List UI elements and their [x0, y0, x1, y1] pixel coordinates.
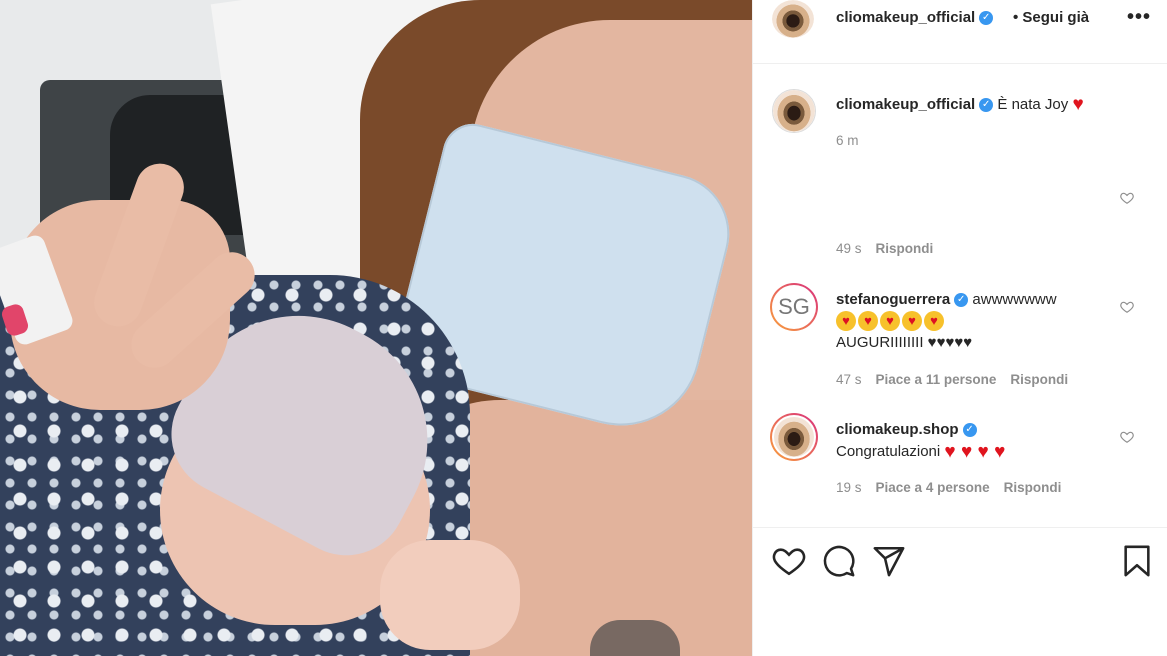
post-header: cliomakeup_official ✓ • Segui già ••• [753, 0, 1167, 64]
like-comment-heart-icon[interactable] [1120, 300, 1134, 314]
username-text[interactable]: cliomakeup_official [836, 9, 975, 26]
comment-text: awwwwwww [972, 291, 1057, 308]
post-actions [753, 527, 1167, 656]
caption-username[interactable]: cliomakeup_official [836, 96, 975, 113]
caption-meta: 6 m [836, 133, 873, 148]
comment-text: Congratulazioni [836, 443, 941, 460]
like-comment-heart-icon[interactable] [1120, 430, 1134, 444]
avatar-initials: SG [774, 287, 814, 327]
avatar-ring-inner [772, 415, 816, 459]
comment-emojis: ♥ ♥ ♥ ♥ ♥ [836, 309, 946, 332]
comment-likes[interactable]: Piace a 11 persone [876, 372, 997, 387]
avatar-ring-inner: SG [772, 285, 816, 329]
verified-badge-icon: ✓ [954, 293, 969, 308]
comment-body: cliomakeup.shop ✓ [836, 418, 977, 441]
account-username[interactable]: cliomakeup_official ✓ [836, 9, 994, 26]
caption: cliomakeup_official ✓ È nata Joy ♥ [836, 94, 1084, 116]
more-icon[interactable]: ••• [1127, 6, 1151, 29]
follow-status[interactable]: • Segui già [1013, 9, 1089, 26]
comment-text-line: Congratulazioni ♥ ♥ ♥ ♥ [836, 440, 1005, 464]
verified-badge-icon: ✓ [979, 98, 994, 112]
comment-likes[interactable]: Piace a 4 persone [876, 480, 990, 495]
share-icon[interactable] [872, 544, 906, 578]
caption-text: È nata Joy [997, 95, 1069, 113]
comment-time[interactable]: 47 s [836, 372, 862, 387]
photo-tattoo [590, 620, 680, 656]
red-heart-emoji: ♥ [1072, 94, 1084, 115]
account-avatar[interactable] [772, 0, 814, 38]
post-photo[interactable] [0, 0, 752, 656]
photo-baby-hand [380, 540, 520, 650]
comment-username[interactable]: stefanoguerrera [836, 291, 950, 308]
comment-text-line2: AUGURIIIIIIII ♥♥♥♥♥ [836, 334, 973, 351]
avatar-image [773, 90, 815, 132]
comment-time[interactable]: 49 s [836, 241, 862, 256]
commenter-avatar[interactable]: SG [770, 283, 818, 331]
comment-icon[interactable] [822, 544, 856, 578]
reply-button[interactable]: Rispondi [1010, 372, 1068, 387]
heart-icon[interactable] [772, 544, 806, 578]
verified-badge-icon: ✓ [962, 423, 977, 438]
comment-body: stefanoguerrera ✓ awwwwwww [836, 288, 1057, 311]
comment-meta: 49 s Rispondi [836, 241, 947, 256]
red-hearts-emoji: ♥ ♥ ♥ ♥ [944, 441, 1006, 463]
verified-badge-icon: ✓ [979, 11, 994, 26]
avatar-image [774, 417, 814, 457]
post-side-panel: cliomakeup_official ✓ • Segui già ••• cli… [752, 0, 1167, 656]
caption-avatar[interactable] [772, 89, 816, 133]
heart-eyes-emoji: ♥ [880, 311, 900, 332]
heart-eyes-emoji: ♥ [902, 311, 922, 332]
comment-meta: 47 s Piace a 11 persone Rispondi [836, 372, 1082, 387]
comment-time[interactable]: 19 s [836, 480, 862, 495]
reply-button[interactable]: Rispondi [1004, 480, 1062, 495]
like-comment-heart-icon[interactable] [1120, 191, 1134, 205]
caption-time[interactable]: 6 m [836, 133, 859, 148]
reply-button[interactable]: Rispondi [876, 241, 934, 256]
heart-eyes-emoji: ♥ [924, 311, 944, 332]
commenter-avatar[interactable] [770, 413, 818, 461]
comment-meta: 19 s Piace a 4 persone Rispondi [836, 480, 1075, 495]
comment-username[interactable]: cliomakeup.shop [836, 421, 959, 438]
bookmark-icon[interactable] [1120, 544, 1154, 578]
heart-eyes-emoji: ♥ [858, 311, 878, 332]
avatar-image [772, 0, 814, 38]
heart-eyes-emoji: ♥ [836, 311, 856, 332]
